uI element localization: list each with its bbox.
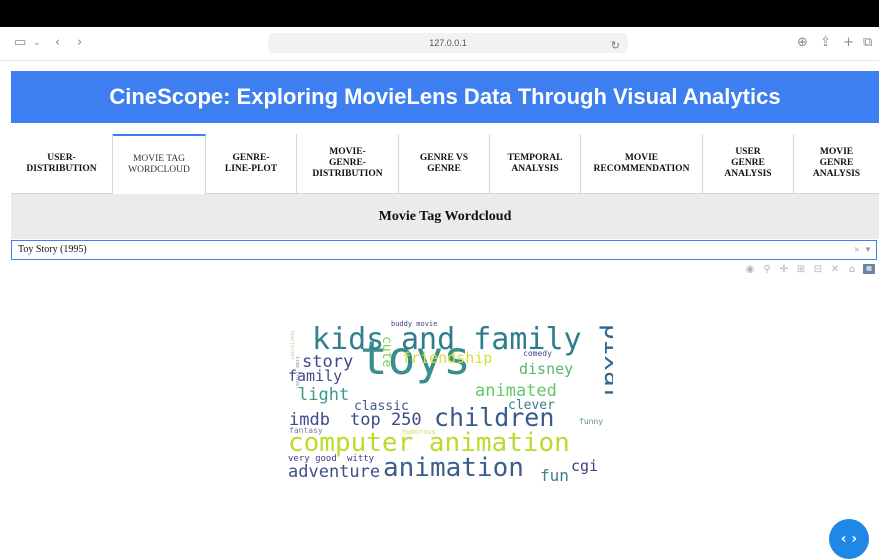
tab-label: MOVIE TAG WORDCLOUD bbox=[128, 154, 190, 175]
tab-movie-genre-analysis[interactable]: MOVIE GENRE ANALYSIS bbox=[794, 134, 879, 194]
word-cute: cute bbox=[379, 336, 394, 367]
wordcloud-image: toys kids and family pixar computer anim… bbox=[288, 320, 613, 485]
tab-movie-recommendation[interactable]: MOVIE RECOMMENDATION bbox=[581, 134, 703, 194]
tab-label: TEMPORAL ANALYSIS bbox=[507, 152, 563, 174]
os-top-bar bbox=[0, 0, 879, 27]
word-witty: witty bbox=[347, 454, 375, 464]
word-very-good: very good bbox=[288, 454, 337, 464]
word-time-travel: time travel bbox=[294, 356, 300, 389]
plot-modebar: ◉ ⚲ ✛ ⊞ ⊟ ✕ ⌂ ▦ bbox=[744, 264, 875, 275]
chevron-left-icon[interactable]: ‹ bbox=[55, 35, 60, 51]
camera-icon[interactable]: ◉ bbox=[744, 264, 756, 275]
tab-label: USER- DISTRIBUTION bbox=[26, 152, 97, 174]
word-pixar: pixar bbox=[598, 324, 613, 402]
section-title: Movie Tag Wordcloud bbox=[11, 194, 879, 239]
zoom-icon[interactable]: ⚲ bbox=[761, 264, 773, 275]
tab-label: MOVIE- GENRE- DISTRIBUTION bbox=[312, 147, 383, 179]
download-icon[interactable]: ⊕ bbox=[797, 35, 808, 51]
word-humorous: humorous bbox=[402, 428, 436, 436]
tabs-icon[interactable]: ⧉ bbox=[863, 35, 872, 51]
word-light: light bbox=[298, 385, 349, 405]
word-fantasy: fantasy bbox=[289, 426, 323, 435]
tab-label: USER GENRE ANALYSIS bbox=[724, 147, 772, 179]
plus-icon[interactable]: + bbox=[843, 35, 854, 51]
url-text: 127.0.0.1 bbox=[429, 38, 467, 48]
chevron-right-icon[interactable]: › bbox=[77, 35, 82, 51]
word-friendship: friendship bbox=[402, 349, 492, 367]
reload-icon[interactable]: ↻ bbox=[611, 36, 620, 56]
word-animation: animation bbox=[383, 453, 524, 483]
tab-temporal-analysis[interactable]: TEMPORAL ANALYSIS bbox=[490, 134, 581, 194]
word-clever: clever bbox=[508, 398, 555, 413]
tab-genre-line-plot[interactable]: GENRE- LINE-PLOT bbox=[206, 134, 297, 194]
tab-label: GENRE- LINE-PLOT bbox=[224, 152, 278, 174]
tab-label: GENRE VS GENRE bbox=[419, 152, 469, 174]
autoscale-icon[interactable]: ✕ bbox=[829, 264, 841, 275]
movie-select-dropdown[interactable]: Toy Story (1995) × ▼ bbox=[11, 240, 877, 260]
word-comedy: comedy bbox=[523, 349, 552, 358]
tab-label: MOVIE RECOMMENDATION bbox=[593, 152, 690, 174]
word-adventure: adventure bbox=[288, 462, 380, 482]
word-fun: fun bbox=[540, 466, 569, 485]
plotly-logo-icon[interactable]: ▦ bbox=[863, 264, 875, 274]
sidebar-icon[interactable]: ▭ bbox=[14, 35, 26, 51]
word-funny: funny bbox=[579, 417, 603, 426]
browser-toolbar: ▭ ⌄ ‹ › 127.0.0.1 ↻ ⊕ ⇪ + ⧉ bbox=[0, 27, 879, 61]
chevron-down-icon[interactable]: ▼ bbox=[864, 241, 872, 259]
address-bar[interactable]: 127.0.0.1 ↻ bbox=[268, 33, 628, 53]
chevron-down-icon[interactable]: ⌄ bbox=[33, 35, 41, 51]
reset-axes-icon[interactable]: ⌂ bbox=[846, 264, 858, 275]
word-disney: disney bbox=[519, 360, 573, 378]
tab-bar: USER- DISTRIBUTION MOVIE TAG WORDCLOUD GEN… bbox=[11, 134, 879, 195]
dev-tools-button[interactable]: ‹ › bbox=[829, 519, 869, 559]
page-title: CineScope: Exploring MovieLens Data Thro… bbox=[11, 71, 879, 123]
word-buddy-movie: buddy movie bbox=[391, 320, 437, 328]
share-icon[interactable]: ⇪ bbox=[820, 35, 831, 51]
word-cgi: cgi bbox=[571, 457, 598, 475]
clear-icon[interactable]: × bbox=[854, 241, 860, 259]
tab-movie-genre-distribution[interactable]: MOVIE- GENRE- DISTRIBUTION bbox=[297, 134, 399, 194]
zoom-in-icon[interactable]: ⊞ bbox=[795, 264, 807, 275]
zoom-out-icon[interactable]: ⊟ bbox=[812, 264, 824, 275]
pan-icon[interactable]: ✛ bbox=[778, 264, 790, 275]
tab-genre-vs-genre[interactable]: GENRE VS GENRE bbox=[399, 134, 490, 194]
movie-select-value: Toy Story (1995) bbox=[18, 244, 87, 255]
word-classic: classic bbox=[354, 399, 409, 414]
tab-user-genre-analysis[interactable]: USER GENRE ANALYSIS bbox=[703, 134, 794, 194]
tab-movie-tag-wordcloud[interactable]: MOVIE TAG WORDCLOUD bbox=[113, 134, 206, 194]
word-tearjerker: tearjerker bbox=[289, 330, 295, 360]
tab-user-distribution[interactable]: USER- DISTRIBUTION bbox=[11, 134, 113, 194]
tab-label: MOVIE GENRE ANALYSIS bbox=[812, 147, 861, 179]
